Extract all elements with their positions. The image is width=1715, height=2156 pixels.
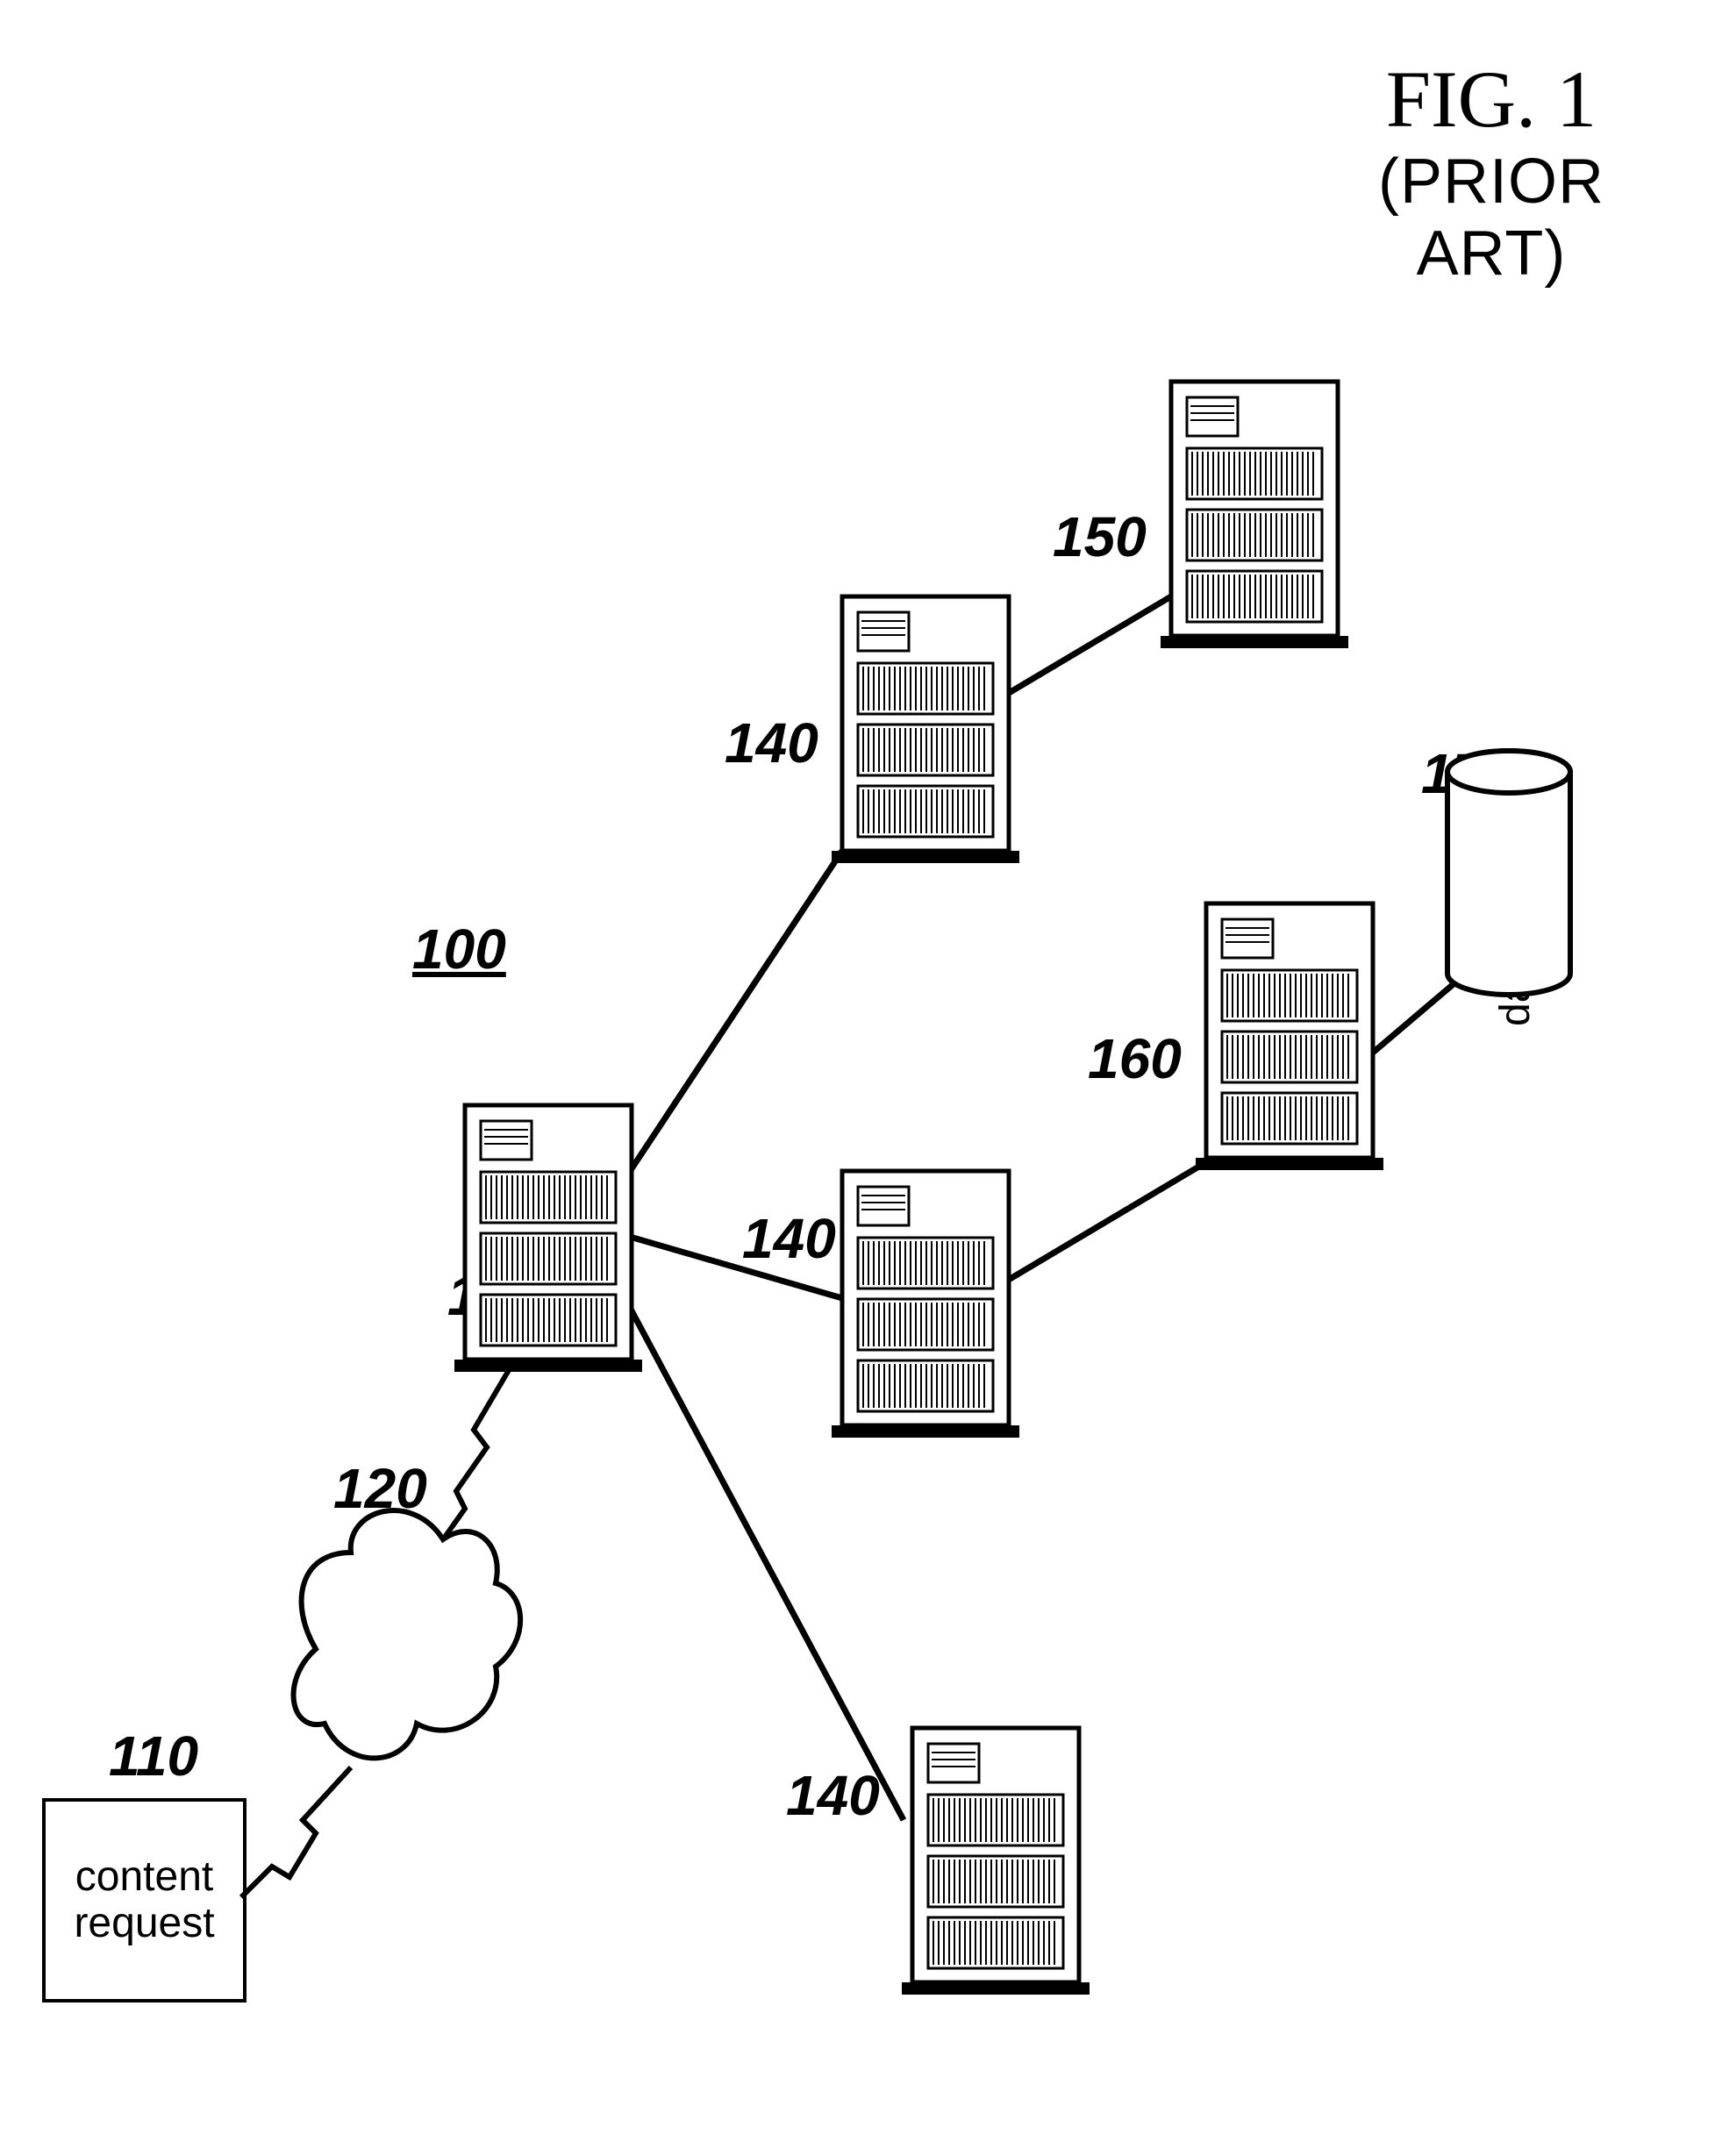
server-140-mid: [832, 1171, 1019, 1438]
server-130: [454, 1105, 642, 1372]
server-150: [1161, 382, 1348, 648]
diagram-canvas: FIG. 1 (PRIOR ART) 100 110 120 130 140 1…: [0, 0, 1715, 2156]
server-160: [1196, 903, 1383, 1170]
ref-160: 160: [1088, 1026, 1182, 1091]
ref-150: 150: [1053, 504, 1147, 569]
internet-label: Internet: [360, 1587, 407, 1724]
ref-120: 120: [333, 1456, 427, 1521]
content-request-box: content request: [42, 1798, 247, 2003]
figure-title: FIG. 1 (PRIOR ART): [1298, 53, 1684, 289]
jagged-link-internet-130: [437, 1370, 509, 1548]
figure-title-line1: FIG. 1: [1298, 53, 1684, 146]
figure-title-line2: (PRIOR ART): [1298, 146, 1684, 289]
content-request-line1: content: [46, 1854, 243, 1901]
ref-100: 100: [412, 917, 506, 982]
ref-170: 170: [1421, 741, 1515, 806]
content-request-line2: request: [46, 1901, 243, 1947]
server-140-bottom: [902, 1728, 1090, 1995]
ref-140a: 140: [725, 710, 818, 775]
ref-130: 130: [447, 1263, 541, 1328]
database-label: database_1: [1491, 806, 1540, 1026]
jagged-link-req-internet: [241, 1767, 351, 1897]
ref-140b: 140: [742, 1206, 836, 1271]
server-140-top: [832, 596, 1019, 863]
ref-110: 110: [109, 1724, 198, 1788]
ref-140c: 140: [786, 1763, 880, 1828]
diagram-svg: [0, 0, 1715, 2156]
